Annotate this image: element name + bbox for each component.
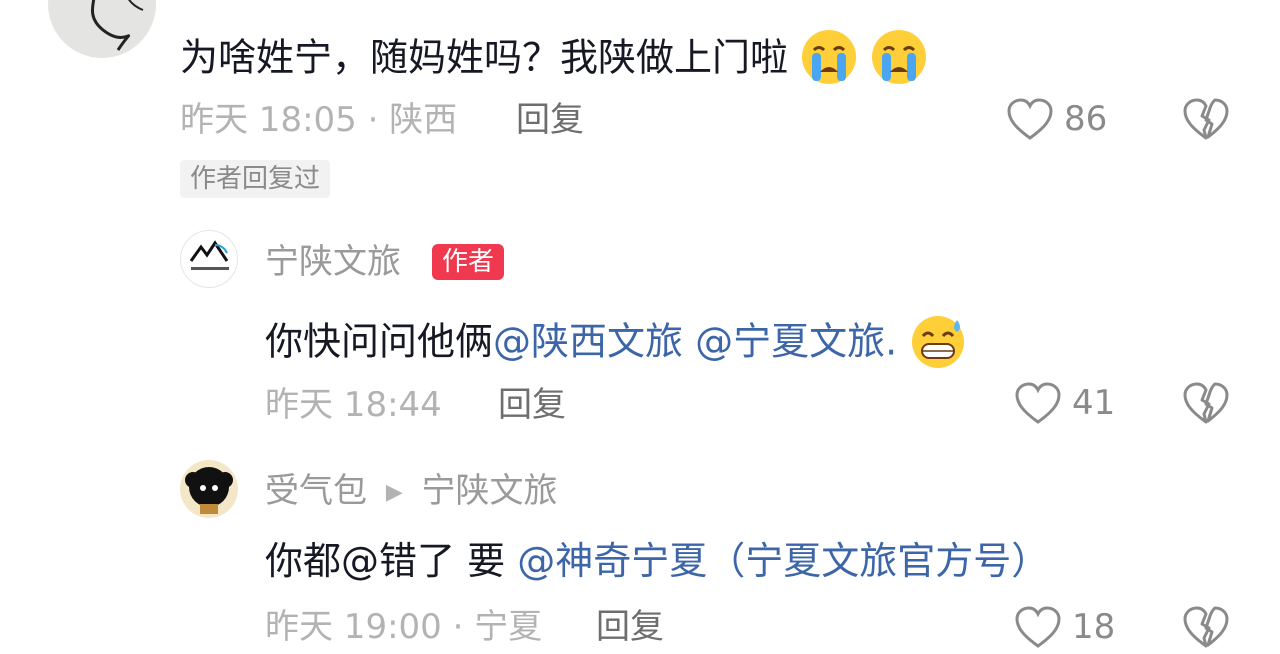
username[interactable]: 受气包 — [265, 471, 367, 511]
author-replied-tag: 作者回复过 — [180, 160, 331, 198]
reply-body: 你快问问他俩 — [265, 319, 494, 364]
cartoon-avatar-icon — [185, 467, 233, 514]
dislike-button[interactable] — [1182, 98, 1230, 142]
avatar[interactable] — [180, 230, 238, 288]
avatar-sketch-icon — [91, 0, 144, 51]
reply-button[interactable]: 回复 — [516, 103, 584, 137]
reply-to-username[interactable]: 宁陕文旅 — [422, 471, 558, 511]
mention-link[interactable]: @陕西文旅 — [493, 320, 683, 364]
broken-heart-icon — [1183, 606, 1229, 648]
username[interactable]: 宁陕文旅 — [265, 245, 401, 279]
like-button[interactable]: 18 — [1014, 606, 1124, 650]
reply-body: 你都@错了 要 — [265, 539, 506, 583]
reply-text: 你快问问他俩@陕西文旅 @宁夏文旅. — [265, 312, 967, 376]
crying-face-icon — [800, 28, 858, 92]
heart-icon — [1015, 382, 1061, 424]
broken-heart-icon — [1183, 98, 1229, 140]
broken-heart-icon — [1183, 382, 1229, 424]
reply-header: 受气包 ▶ 宁陕文旅 — [265, 474, 558, 508]
like-count: 41 — [1072, 383, 1116, 423]
mountain-logo-icon — [189, 240, 229, 270]
mention-link[interactable]: @神奇宁夏（宁夏文旅官方号） — [517, 539, 1049, 583]
heart-icon — [1007, 98, 1053, 140]
avatar[interactable] — [180, 460, 238, 518]
heart-icon — [1015, 606, 1061, 648]
grinning-sweat-face-icon — [909, 312, 967, 376]
like-count: 86 — [1064, 99, 1108, 139]
comment-text: 为啥姓宁，随妈姓吗？我陕做上门啦 — [180, 28, 928, 92]
like-button[interactable]: 86 — [1006, 98, 1116, 142]
reply-timestamp: 昨天 19:00 · 宁夏 — [265, 607, 543, 647]
reply-text: 你都@错了 要 @神奇宁夏（宁夏文旅官方号） — [265, 542, 1049, 580]
comment-body: 为啥姓宁，随妈姓吗？我陕做上门啦 — [180, 35, 789, 80]
like-button[interactable]: 41 — [1014, 382, 1124, 426]
like-count: 18 — [1072, 607, 1116, 647]
reply-button[interactable]: 回复 — [596, 610, 664, 644]
reply-arrow-icon: ▶ — [385, 479, 403, 505]
mention-link[interactable]: @宁夏文旅. — [695, 320, 897, 364]
reply-button[interactable]: 回复 — [498, 388, 566, 422]
avatar[interactable] — [48, 0, 156, 58]
comment-timestamp: 昨天 18:05 · 陕西 — [180, 100, 458, 140]
reply-timestamp: 昨天 18:44 — [265, 385, 442, 425]
dislike-button[interactable] — [1182, 606, 1230, 650]
author-badge: 作者 — [432, 244, 505, 280]
dislike-button[interactable] — [1182, 382, 1230, 426]
crying-face-icon — [870, 28, 928, 92]
